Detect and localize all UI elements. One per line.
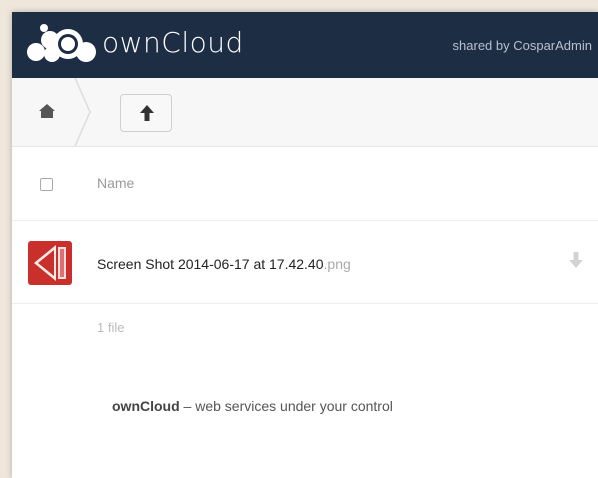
name-column-header[interactable]: Name <box>97 175 134 191</box>
arrow-up-icon <box>140 105 154 121</box>
file-extension: .png <box>323 256 351 272</box>
download-icon[interactable] <box>568 251 584 269</box>
logo-text[interactable]: ownCloud <box>102 26 244 59</box>
footer-tagline: – web services under your control <box>179 398 393 414</box>
owncloud-logo-icon <box>27 24 96 62</box>
breadcrumb-home[interactable] <box>12 78 91 146</box>
controls-bar <box>12 78 598 147</box>
file-basename: Screen Shot 2014-06-17 at 17.42.40 <box>97 256 324 272</box>
select-all-checkbox[interactable] <box>40 178 53 191</box>
top-header: ownCloud shared by CosparAdmin <box>12 12 598 78</box>
footer-text: ownCloud – web services under your contr… <box>112 398 393 414</box>
file-count-summary: 1 file <box>97 320 125 335</box>
image-thumbnail-icon <box>28 241 72 285</box>
footer-brand-link[interactable]: ownCloud <box>112 398 180 414</box>
table-row[interactable]: Screen Shot 2014-06-17 at 17.42.40.png <box>12 221 598 304</box>
shared-by-label: shared by CosparAdmin <box>452 38 592 53</box>
app-window: ownCloud shared by CosparAdmin Name Scre… <box>12 12 598 478</box>
table-header: Name <box>12 146 598 221</box>
file-name[interactable]: Screen Shot 2014-06-17 at 17.42.40.png <box>97 256 351 272</box>
go-up-button[interactable] <box>120 94 172 132</box>
home-icon <box>39 104 55 118</box>
breadcrumb-separator <box>74 78 91 146</box>
